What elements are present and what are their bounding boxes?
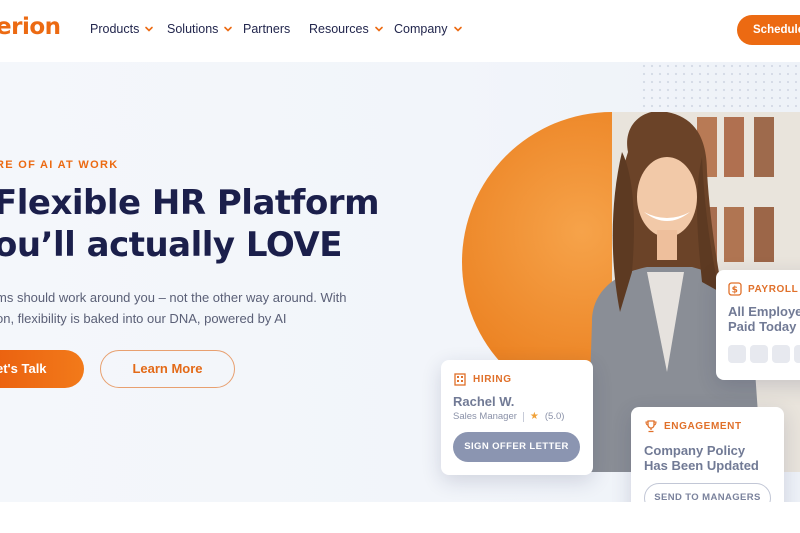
nav-partners[interactable]: Partners xyxy=(243,22,290,36)
dollar-icon: $ xyxy=(728,282,742,296)
building-icon xyxy=(454,373,466,386)
payroll-tag-label: PAYROLL xyxy=(748,283,799,295)
engagement-title-line-1: Company Policy xyxy=(644,443,746,458)
top-navbar: erion Products Solutions Partners Resour… xyxy=(0,0,800,62)
nav-resources-label: Resources xyxy=(309,22,369,36)
brand-logo[interactable]: erion xyxy=(0,14,61,40)
payroll-title-line-2: Paid Today xyxy=(728,319,797,334)
nav-resources[interactable]: Resources xyxy=(309,22,384,36)
engagement-title: Company Policy Has Been Updated xyxy=(644,443,771,473)
learn-more-button[interactable]: Learn More xyxy=(100,350,235,388)
engagement-title-line-2: Has Been Updated xyxy=(644,458,759,473)
engagement-card: ENGAGEMENT Company Policy Has Been Updat… xyxy=(631,407,784,502)
nav-company-label: Company xyxy=(394,22,448,36)
hiring-tag-label: HIRING xyxy=(473,373,512,385)
payroll-avatars xyxy=(728,345,800,363)
divider xyxy=(522,411,524,422)
chevron-down-icon xyxy=(145,26,154,32)
payroll-card: $ PAYROLL All Employe Paid Today xyxy=(716,270,800,380)
next-section-edge xyxy=(0,502,800,533)
nav-solutions-label: Solutions xyxy=(167,22,219,36)
nav-products[interactable]: Products xyxy=(90,22,154,36)
nav-company[interactable]: Company xyxy=(394,22,463,36)
hero-subtext: ms should work around you – not the othe… xyxy=(0,287,376,329)
trophy-icon xyxy=(645,420,657,433)
sign-offer-letter-button[interactable]: SIGN OFFER LETTER xyxy=(453,432,580,462)
payroll-title: All Employe Paid Today xyxy=(728,304,800,334)
hero-headline: Flexible HR Platform ou’ll actually LOVE xyxy=(0,182,380,266)
chevron-down-icon xyxy=(224,26,233,32)
chevron-down-icon xyxy=(453,26,462,32)
candidate-role: Sales Manager xyxy=(453,411,517,422)
lets-talk-button[interactable]: et's Talk xyxy=(0,350,84,388)
headline-line-1: Flexible HR Platform xyxy=(0,183,380,223)
engagement-tag-label: ENGAGEMENT xyxy=(664,420,742,432)
avatar-placeholder xyxy=(794,345,800,363)
send-to-managers-button[interactable]: SEND TO MANAGERS xyxy=(644,483,771,502)
headline-line-2: ou’ll actually LOVE xyxy=(0,225,342,265)
payroll-tag: $ PAYROLL xyxy=(728,282,800,296)
nav-products-label: Products xyxy=(90,22,140,36)
chevron-down-icon xyxy=(374,26,383,32)
svg-text:$: $ xyxy=(732,286,739,296)
candidate-meta: Sales Manager ★ (5.0) xyxy=(453,411,581,422)
nav-solutions[interactable]: Solutions xyxy=(167,22,233,36)
hero-section: RE OF AI AT WORK Flexible HR Platform ou… xyxy=(0,62,800,502)
candidate-name: Rachel W. xyxy=(453,394,515,409)
hiring-tag: HIRING xyxy=(453,372,581,386)
subtext-line-1: ms should work around you – not the othe… xyxy=(0,290,347,305)
payroll-title-line-1: All Employe xyxy=(728,304,800,319)
engagement-tag: ENGAGEMENT xyxy=(644,419,771,433)
hero-eyebrow: RE OF AI AT WORK xyxy=(0,159,119,171)
avatar-placeholder xyxy=(772,345,790,363)
schedule-demo-button[interactable]: Schedule xyxy=(737,15,800,45)
star-icon: ★ xyxy=(529,411,539,422)
nav-partners-label: Partners xyxy=(243,22,291,36)
hiring-card: HIRING Rachel W. Sales Manager ★ (5.0) S… xyxy=(441,360,593,475)
candidate-rating: (5.0) xyxy=(544,411,565,422)
avatar-placeholder xyxy=(728,345,746,363)
avatar-placeholder xyxy=(750,345,768,363)
subtext-line-2: on, flexibility is baked into our DNA, p… xyxy=(0,311,287,326)
